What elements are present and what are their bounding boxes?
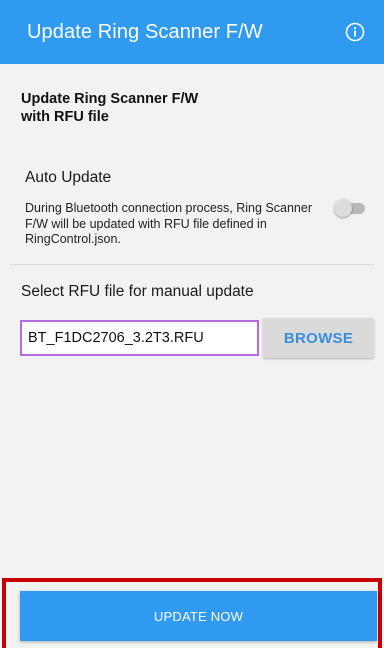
auto-update-toggle[interactable] <box>334 199 366 217</box>
auto-update-description: During Bluetooth connection process, Rin… <box>25 201 312 246</box>
browse-button[interactable]: BROWSE <box>263 318 374 358</box>
manual-update-label: Select RFU file for manual update <box>21 283 254 300</box>
section-divider <box>10 264 374 265</box>
toggle-thumb <box>334 199 352 217</box>
page-heading-line1: Update Ring Scanner F/W <box>21 91 199 107</box>
app-bar: Update Ring Scanner F/W <box>0 0 384 64</box>
auto-update-label: Auto Update <box>25 169 112 186</box>
page-heading-line2: with RFU file <box>21 109 109 125</box>
update-firmware-screen: Update Ring Scanner F/W Update Ring Scan… <box>0 0 384 648</box>
app-bar-title: Update Ring Scanner F/W <box>27 20 263 43</box>
update-now-button[interactable]: UPDATE NOW <box>20 591 377 641</box>
rfu-file-input[interactable]: BT_F1DC2706_3.2T3.RFU <box>20 320 259 356</box>
info-icon[interactable] <box>344 21 366 43</box>
info-icon-glyph <box>345 22 365 42</box>
page-heading: Update Ring Scanner F/W with RFU file <box>21 90 271 126</box>
